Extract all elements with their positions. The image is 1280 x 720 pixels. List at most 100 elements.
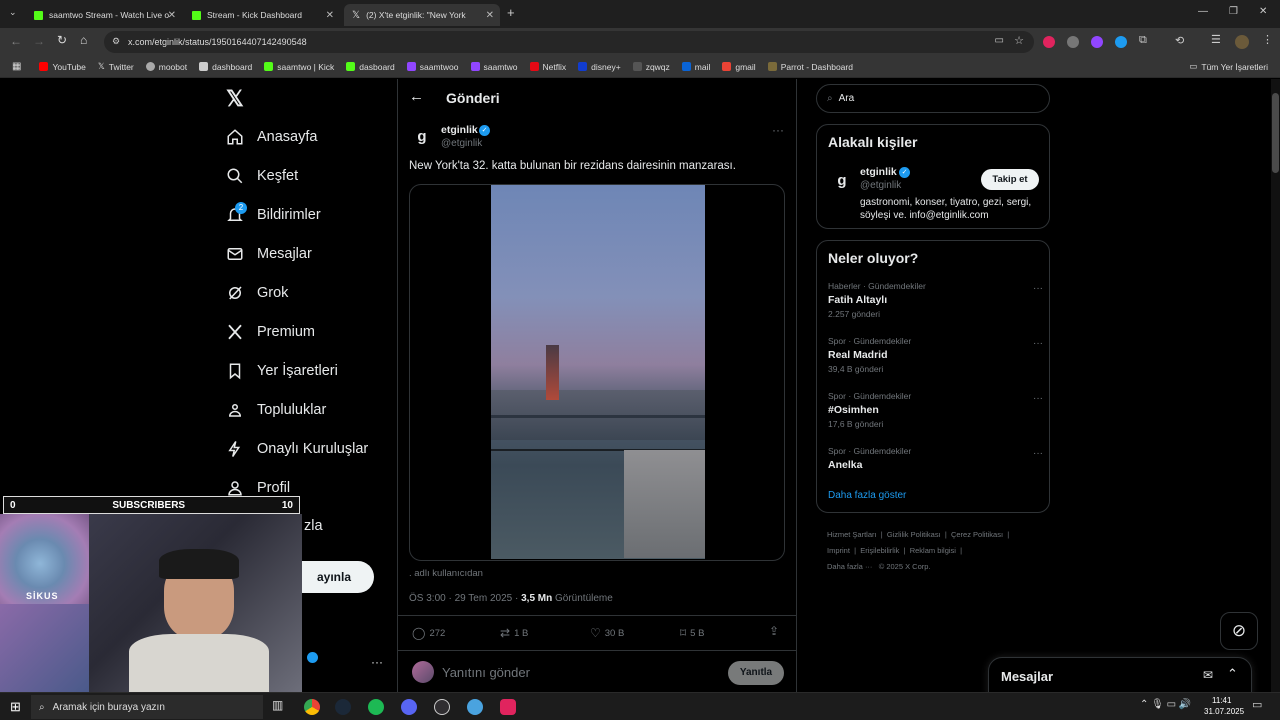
footer-link[interactable]: Hizmet Şartları [827, 530, 877, 539]
nav-communities[interactable]: Topluluklar [226, 401, 326, 419]
new-message-icon[interactable]: ✉ [1203, 668, 1213, 682]
nav-bookmarks[interactable]: Yer İşaretleri [226, 362, 338, 380]
reply-button[interactable]: Yanıtla [728, 661, 784, 685]
trend-more-icon[interactable]: ··· [1033, 283, 1043, 294]
extensions-puzzle-icon[interactable]: ⧉ [1139, 34, 1147, 47]
nav-premium[interactable]: Premium [226, 323, 315, 341]
trend-more-icon[interactable]: ··· [1033, 338, 1043, 349]
back-arrow-icon[interactable]: ← [409, 88, 424, 105]
tab-x-post[interactable]: 𝕏 (2) X'te etginlik: "New York ✕ [344, 4, 500, 26]
bookmark-gmail[interactable]: gmail [722, 62, 756, 72]
share-icon[interactable]: ⇪ [769, 624, 779, 638]
task-view-icon[interactable]: ▥ [272, 698, 283, 712]
site-info-icon[interactable]: ⚙ [112, 36, 120, 47]
history-icon[interactable]: ⟲ [1175, 34, 1184, 47]
messages-drawer[interactable]: Mesajlar ✉ ⌃ [988, 657, 1252, 692]
spotify-icon[interactable] [368, 699, 384, 715]
notification-center-icon[interactable]: ▭ [1252, 698, 1262, 711]
bookmark-saamtwoo[interactable]: saamtwoo [406, 62, 459, 72]
profile-avatar[interactable] [1235, 35, 1249, 49]
clock-time[interactable]: 11:41 [1212, 696, 1231, 705]
app-red-icon[interactable] [500, 699, 516, 715]
menu-lines-icon[interactable]: ☰ [1211, 33, 1221, 46]
author-handle[interactable]: @etginlik [441, 138, 482, 149]
extension-icon[interactable] [1091, 36, 1103, 48]
bookmark-moobot[interactable]: moobot [145, 62, 187, 72]
trend-item[interactable]: Spor · Gündemdekiler Real Madrid 39,4 B … [828, 336, 1043, 384]
trend-more-icon[interactable]: ··· [1033, 448, 1043, 459]
related-handle[interactable]: @etginlik [860, 180, 901, 191]
new-tab-icon[interactable]: + [507, 5, 515, 20]
nav-home[interactable]: Anasayfa [226, 128, 317, 146]
footer-link[interactable]: Imprint [827, 546, 850, 555]
bookmark-saamtwo[interactable]: saamtwo [470, 62, 518, 72]
bookmark-disney[interactable]: disney+ [578, 62, 621, 72]
discord-icon[interactable] [401, 699, 417, 715]
windows-start-icon[interactable]: ⊞ [10, 699, 21, 715]
expand-icon[interactable]: ⌃ [1227, 666, 1238, 682]
close-icon[interactable]: ✕ [168, 10, 176, 21]
related-avatar[interactable]: g [829, 168, 855, 194]
tab-kick-dashboard[interactable]: Stream - Kick Dashboard ✕ [184, 4, 340, 26]
footer-link[interactable]: Daha fazla ··· [827, 562, 872, 571]
extension-icon[interactable] [1043, 36, 1055, 48]
bookmark-star-icon[interactable]: ☆ [1014, 34, 1024, 47]
bookmark-mail[interactable]: mail [681, 62, 710, 72]
post-time[interactable]: ÖS 3:00 · 29 Tem 2025 · [409, 593, 521, 604]
nav-messages[interactable]: Mesajlar [226, 245, 312, 263]
nav-explore[interactable]: Keşfet [226, 167, 298, 185]
nav-notifications[interactable]: Bildirimler 2 [226, 202, 321, 224]
scrollbar-thumb[interactable] [1272, 93, 1279, 173]
address-bar[interactable]: ⚙ x.com/etginlik/status/1950164407142490… [104, 31, 1034, 53]
reply-input[interactable]: Yanıtını gönder [442, 665, 530, 680]
reply-action[interactable]: ◯ 272 [412, 626, 445, 640]
nav-grok[interactable]: Grok [226, 284, 288, 302]
all-bookmarks[interactable]: ▭ Tüm Yer İşaretleri [1189, 61, 1268, 72]
like-action[interactable]: ♡ 30 B [590, 626, 624, 640]
bookmark-twitter[interactable]: 𝕏 Twitter [98, 61, 134, 72]
post-video[interactable] [409, 184, 785, 561]
forward-icon[interactable]: → [33, 34, 45, 48]
repost-action[interactable]: ⇄ 1 B [500, 626, 528, 640]
reload-icon[interactable]: ↻ [57, 33, 67, 47]
obs-icon[interactable] [434, 699, 450, 715]
app-icon[interactable] [467, 699, 483, 715]
footer-link[interactable]: Erişilebilirlik [860, 546, 899, 555]
bookmark-youtube[interactable]: YouTube [39, 62, 86, 72]
footer-link[interactable]: Çerez Politikası [951, 530, 1003, 539]
video-frame[interactable] [491, 185, 705, 559]
bookmark-parrot[interactable]: Parrot - Dashboard [767, 62, 853, 72]
tab-kick-stream[interactable]: saamtwo Stream - Watch Live o ✕ [26, 4, 182, 26]
bookmark-zqwqz[interactable]: zqwqz [632, 62, 670, 72]
nav-more[interactable]: zla [304, 518, 323, 534]
extension-icon[interactable] [1067, 36, 1079, 48]
steam-icon[interactable] [335, 699, 351, 715]
author-avatar[interactable]: g [409, 124, 435, 150]
nav-verified-orgs[interactable]: Onaylı Kuruluşlar [226, 440, 368, 458]
related-name[interactable]: etginlik [860, 166, 897, 178]
account-more-icon[interactable]: ··· [371, 655, 383, 669]
grok-fab[interactable]: ⊘ [1220, 612, 1258, 650]
trend-item[interactable]: Haberler · Gündemdekiler Fatih Altaylı 2… [828, 281, 1043, 329]
post-more-icon[interactable]: ··· [772, 123, 784, 137]
follow-button[interactable]: Takip et [981, 169, 1039, 190]
bookmark-dasboard[interactable]: dasboard [346, 62, 395, 72]
bookmark-kick[interactable]: saamtwo | Kick [264, 62, 334, 72]
footer-link[interactable]: Reklam bilgisi [910, 546, 956, 555]
more-vertical-icon[interactable]: ⋮ [1262, 33, 1273, 46]
extension-icon[interactable] [1115, 36, 1127, 48]
clock-date[interactable]: 31.07.2025 [1204, 707, 1244, 716]
close-icon[interactable]: ✕ [326, 10, 334, 21]
apps-grid-icon[interactable]: ▦ [12, 61, 21, 72]
source-note[interactable]: . adlı kullanıcıdan [409, 568, 483, 579]
tray-icons[interactable]: ⌃ 🎙 ▭ 🔊 [1140, 699, 1191, 710]
back-icon[interactable]: ← [10, 34, 22, 48]
bookmark-dashboard[interactable]: dashboard [199, 62, 252, 72]
restore-icon[interactable]: ❐ [1229, 6, 1238, 17]
author-name[interactable]: etginlik [441, 124, 478, 136]
close-icon[interactable]: ✕ [486, 10, 494, 21]
footer-link[interactable]: Gizlilik Politikası [887, 530, 941, 539]
show-more-link[interactable]: Daha fazla göster [828, 490, 906, 501]
tab-list-icon[interactable]: ⌄ [9, 7, 17, 18]
x-logo-icon[interactable]: 𝕏 [226, 86, 244, 112]
